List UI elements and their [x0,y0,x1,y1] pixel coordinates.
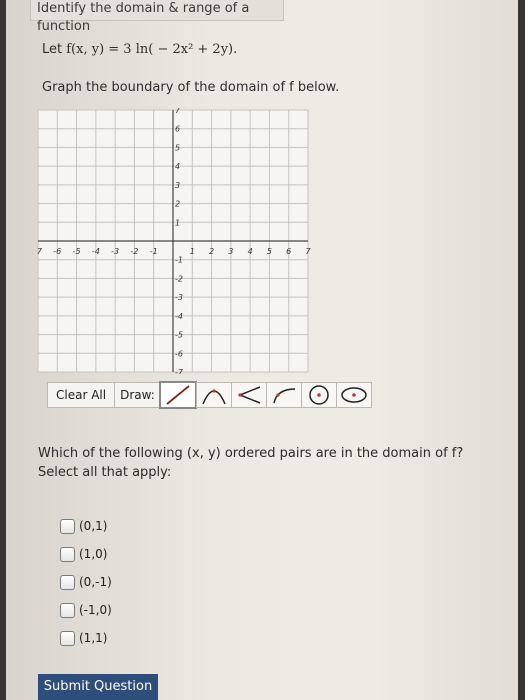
option-label: (0,-1) [79,575,112,589]
ellipse-tool-icon [341,387,367,403]
y-tick-label: 3 [175,181,180,190]
curve-tool-button[interactable] [265,382,302,408]
option-item[interactable]: (1,0) [60,540,112,568]
option-item[interactable]: (1,1) [60,624,112,652]
y-tick-label: -3 [175,293,183,302]
x-tick-label: -5 [73,247,81,256]
y-tick-label: -2 [175,274,183,283]
checkbox[interactable] [60,546,75,562]
option-label: (1,0) [79,547,108,561]
y-tick-label: -6 [175,349,183,358]
function-definition: f(x, y) = 3 ln( − 2x² + 2y). [66,42,238,57]
checkbox[interactable] [60,518,75,534]
y-tick-label: 6 [175,125,180,134]
x-tick-label: 2 [209,247,214,256]
option-label: (1,1) [79,631,108,645]
y-tick-label: 1 [175,218,180,227]
graph-canvas[interactable]: -7-6-5-4-3-2-11234567 7654321-1-2-3-4-5-… [37,108,317,374]
x-tick-label: 6 [286,247,291,256]
y-tick-label: 5 [175,143,180,152]
x-tick-label: -3 [111,247,119,256]
line-tool-icon [166,385,190,405]
x-tick-label: 3 [228,247,233,256]
x-tick-label: -1 [150,247,158,256]
x-tick-label: 1 [190,247,195,256]
curve-tool-icon [273,388,295,404]
option-item[interactable]: (0,-1) [60,568,112,596]
checkbox[interactable] [60,574,75,590]
parabola-tool-icon [202,389,226,405]
draw-toolbar: Clear All Draw: [47,381,372,409]
angle-tool-button[interactable] [230,382,267,408]
problem-statement: Let f(x, y) = 3 ln( − 2x² + 2y). [42,42,237,57]
answer-options: (0,1) (1,0) (0,-1) (-1,0) (1,1) [60,512,112,652]
x-tick-label: -6 [53,247,61,256]
circle-tool-icon [309,385,329,405]
line-tool-button[interactable] [158,381,197,409]
draw-label: Draw: [115,382,160,408]
option-item[interactable]: (0,1) [60,512,112,540]
problem-prefix: Let [42,42,63,57]
domain-question: Which of the following (x, y) ordered pa… [38,446,464,480]
clear-all-button[interactable]: Clear All [47,382,116,408]
x-tick-label: 7 [305,247,311,256]
option-item[interactable]: (-1,0) [60,596,112,624]
y-tick-label: -7 [175,368,184,374]
ellipse-tool-button[interactable] [335,382,372,408]
x-tick-label: 4 [248,247,253,256]
circle-tool-button[interactable] [300,382,337,408]
graph-instruction: Graph the boundary of the domain of f be… [42,80,340,95]
question-title-tab: Identify the domain & range of a functio… [30,0,284,34]
y-tick-label: -4 [175,312,183,321]
x-tick-label: -4 [92,247,100,256]
option-label: (0,1) [79,519,108,533]
checkbox[interactable] [60,630,75,646]
checkbox[interactable] [60,602,75,618]
option-label: (-1,0) [79,603,112,617]
y-tick-label: 4 [175,162,180,171]
y-tick-label: 2 [175,200,180,209]
submit-question-button[interactable]: Submit Question [38,674,158,700]
y-tick-label: -5 [175,331,183,340]
y-tick-label: -1 [175,256,183,265]
parabola-tool-button[interactable] [195,382,232,408]
x-tick-label: -2 [130,247,138,256]
x-tick-label: 5 [267,247,272,256]
angle-tool-icon [237,386,261,404]
